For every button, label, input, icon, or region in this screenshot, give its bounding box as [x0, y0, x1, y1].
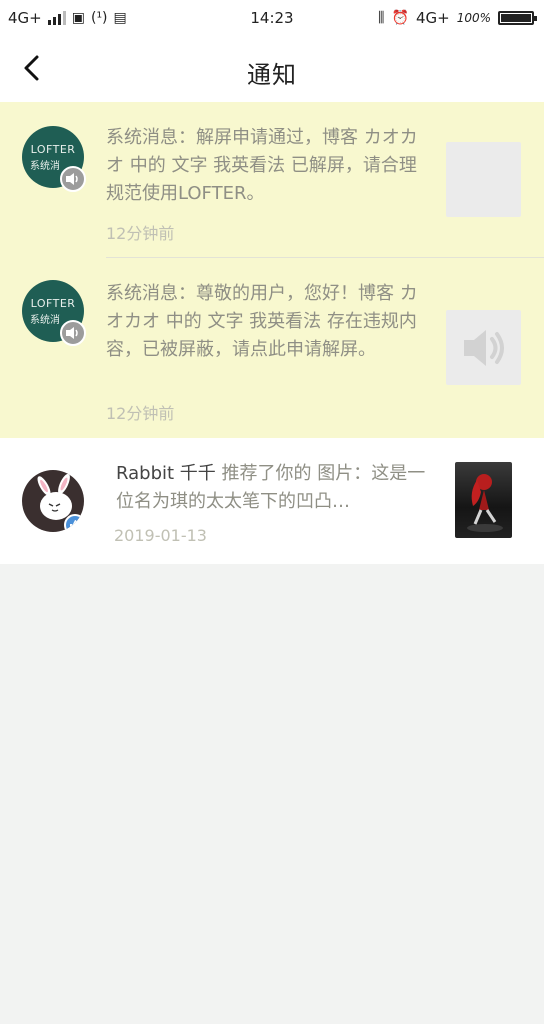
nav-bar: 通知	[0, 36, 544, 102]
avatar[interactable]: LOFTER 系统消	[22, 126, 86, 192]
page-title: 通知	[247, 61, 297, 89]
speaker-badge-icon	[60, 166, 86, 192]
status-right: ⫼ ⏰ 4G+ 100%	[378, 9, 537, 27]
avatar[interactable]: LOFTER 系统消	[22, 280, 86, 346]
notification-text: Rabbit 千千 推荐了你的 图片：这是一位名为琪的太太笔下的凹凸…	[116, 460, 428, 516]
battery-icon	[498, 11, 537, 25]
battery-percent: 100%	[456, 11, 491, 25]
notification-time: 2019-01-13	[114, 526, 207, 545]
status-bar: 4G+ ▣ (¹) ▤ 14:23 ⫼ ⏰ 4G+ 100%	[0, 0, 544, 36]
like-badge-icon	[64, 514, 84, 532]
notification-item[interactable]: LOFTER 系统消 系统消息：解屏申请通过，博客 カオカオ 中的 文字 我英看…	[0, 102, 544, 258]
speaker-badge-icon	[60, 320, 86, 346]
notification-list: LOFTER 系统消 系统消息：解屏申请通过，博客 カオカオ 中的 文字 我英看…	[0, 102, 544, 564]
figure-image-icon	[467, 474, 503, 532]
alarm-icon: ⏰	[391, 10, 409, 26]
avatar-sub: 系统消	[30, 315, 60, 326]
notification-thumbnail[interactable]	[446, 310, 521, 385]
notification-item[interactable]: Rabbit 千千 推荐了你的 图片：这是一位名为琪的太太笔下的凹凸… 2019…	[0, 438, 544, 564]
avatar[interactable]	[22, 470, 84, 532]
avatar-sub: 系统消	[30, 161, 60, 172]
notification-text: 系统消息：解屏申请通过，博客 カオカオ 中的 文字 我英看法 已解屏，请合理规范…	[106, 127, 418, 204]
notification-item[interactable]: LOFTER 系统消 系统消息：尊敬的用户，您好！博客 カオカオ 中的 文字 我…	[0, 258, 544, 438]
notification-time: 12分钟前	[106, 224, 175, 243]
speaker-icon	[463, 329, 504, 366]
vibrate-icon: ⫼	[378, 10, 385, 26]
username[interactable]: Rabbit 千千	[116, 463, 216, 484]
avatar-brand: LOFTER	[30, 297, 76, 310]
notification-thumbnail[interactable]	[455, 462, 512, 538]
avatar-brand: LOFTER	[30, 143, 76, 156]
network-type-right: 4G+	[415, 9, 450, 27]
notification-time: 12分钟前	[106, 404, 175, 423]
notification-thumbnail[interactable]	[446, 142, 521, 217]
notification-text: 系统消息：尊敬的用户，您好！博客 カオカオ 中的 文字 我英看法 存在违规内容，…	[106, 283, 418, 360]
